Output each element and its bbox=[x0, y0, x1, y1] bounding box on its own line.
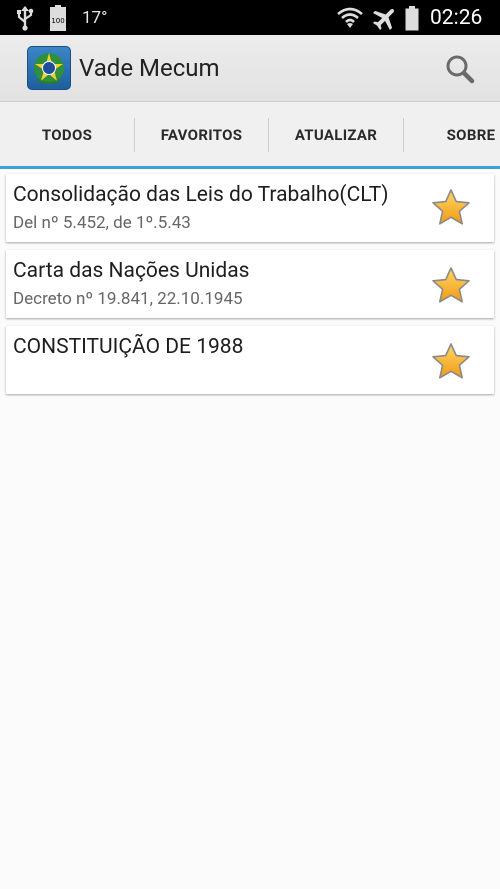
battery-full-icon bbox=[405, 0, 419, 35]
list-item-clt[interactable]: Consolidação das Leis do Trabalho(CLT) D… bbox=[6, 174, 494, 242]
battery-icon: 100 bbox=[49, 0, 67, 35]
favorite-star-icon[interactable] bbox=[431, 342, 471, 382]
usb-icon bbox=[14, 0, 36, 35]
search-button[interactable] bbox=[440, 49, 480, 89]
list-item-title: Consolidação das Leis do Trabalho(CLT) bbox=[13, 183, 389, 207]
wifi-icon bbox=[337, 0, 363, 35]
list-item-subtitle: Del nº 5.452, de 1º.5.43 bbox=[13, 213, 191, 233]
battery-level: 100 bbox=[51, 17, 64, 25]
status-bar: 100 17° 02:26 bbox=[0, 0, 500, 35]
clock: 02:26 bbox=[430, 5, 483, 30]
tab-todos[interactable]: TODOS bbox=[0, 102, 134, 166]
list-item-constituicao[interactable]: CONSTITUIÇÃO DE 1988 bbox=[6, 326, 494, 394]
action-bar: Vade Mecum bbox=[0, 35, 500, 102]
search-icon bbox=[446, 55, 475, 84]
list-item-title: Carta das Nações Unidas bbox=[13, 259, 250, 283]
app-title: Vade Mecum bbox=[79, 54, 220, 82]
list-item-title: CONSTITUIÇÃO DE 1988 bbox=[13, 335, 244, 359]
tab-bar: TODOS FAVORITOS ATUALIZAR SOBRE bbox=[0, 102, 500, 169]
tab-sobre[interactable]: SOBRE bbox=[404, 102, 500, 166]
app-logo-icon[interactable] bbox=[27, 46, 71, 90]
favorite-star-icon[interactable] bbox=[431, 266, 471, 306]
tab-atualizar[interactable]: ATUALIZAR bbox=[269, 102, 403, 166]
favorite-star-icon[interactable] bbox=[431, 188, 471, 228]
temperature-text: 17° bbox=[82, 7, 108, 28]
tab-favoritos[interactable]: FAVORITOS bbox=[135, 102, 268, 166]
list-item-carta-onu[interactable]: Carta das Nações Unidas Decreto nº 19.84… bbox=[6, 250, 494, 318]
list-item-subtitle: Decreto nº 19.841, 22.10.1945 bbox=[13, 289, 243, 309]
airplane-mode-icon bbox=[372, 0, 398, 35]
